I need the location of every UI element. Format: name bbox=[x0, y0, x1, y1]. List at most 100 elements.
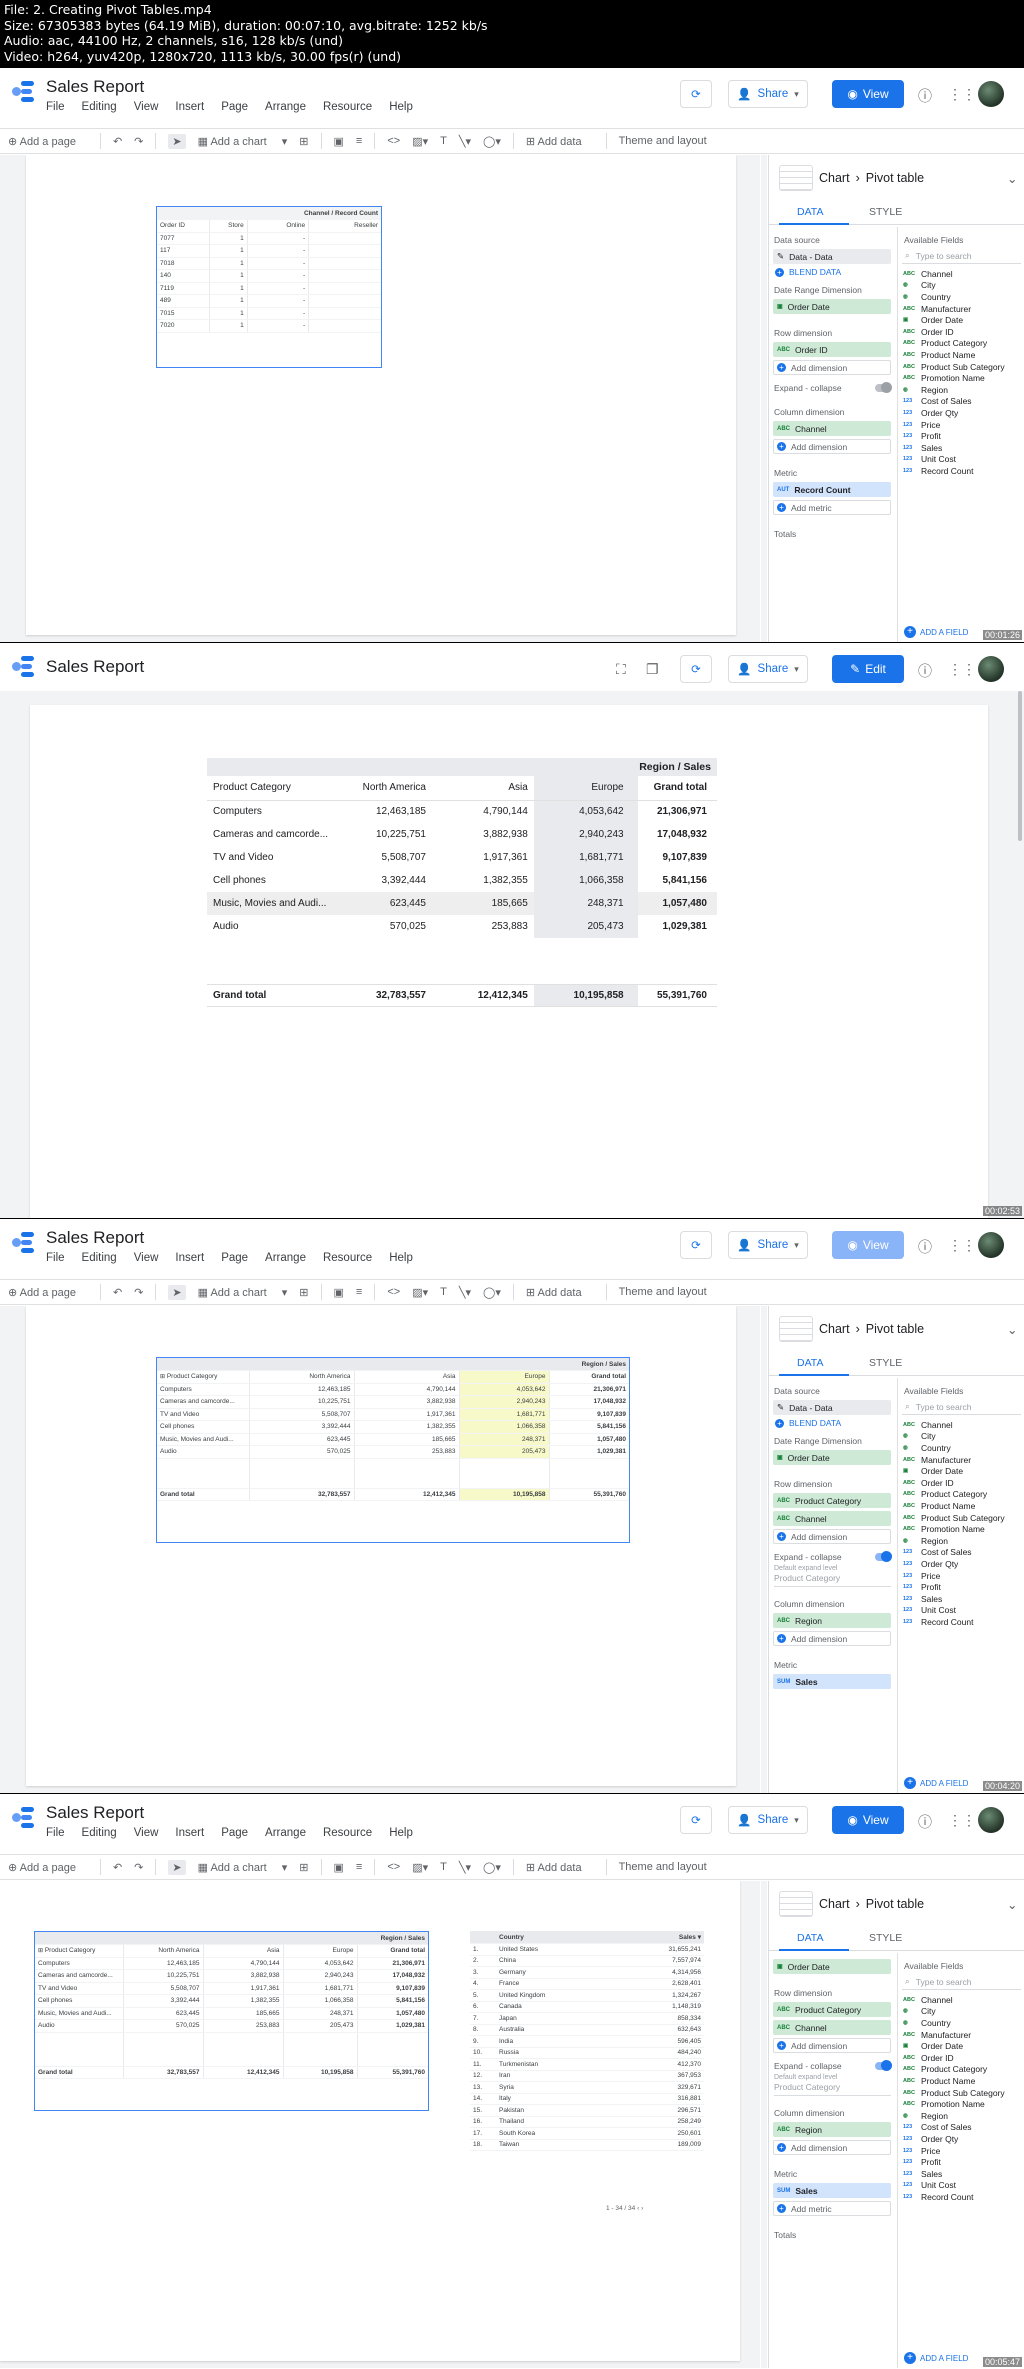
field-item[interactable]: ◍ Region bbox=[898, 1535, 1024, 1547]
add-metric-button[interactable]: + Add metric bbox=[773, 2201, 891, 2216]
help-icon[interactable]: ⓘ bbox=[918, 1237, 932, 1257]
field-item[interactable]: 123 Profit bbox=[898, 2156, 1024, 2168]
add-dimension-button[interactable]: + Add dimension bbox=[773, 439, 891, 454]
tab-data[interactable]: DATA bbox=[797, 1357, 823, 1369]
field-item[interactable]: 123 Profit bbox=[898, 430, 1024, 442]
pivot-table-selected[interactable]: Region / Sales ⊞ Product Category North A… bbox=[34, 1931, 429, 2111]
menu-insert[interactable]: Insert bbox=[175, 1827, 204, 1839]
row-dimension-chip[interactable]: ABC Product Category bbox=[773, 2002, 891, 2017]
view-button[interactable]: ◉ View bbox=[832, 1231, 904, 1259]
tab-style[interactable]: STYLE bbox=[869, 1932, 902, 1944]
field-item[interactable]: ◍ Country bbox=[898, 2017, 1024, 2029]
metric-chip[interactable]: AUT Record Count bbox=[773, 482, 891, 497]
menu-file[interactable]: File bbox=[46, 1252, 65, 1264]
undo-icon[interactable]: ↶ bbox=[113, 135, 122, 148]
prev-page-icon[interactable]: ‹ bbox=[637, 2205, 639, 2212]
menu-page[interactable]: Page bbox=[221, 1827, 248, 1839]
menu-insert[interactable]: Insert bbox=[175, 101, 204, 113]
field-item[interactable]: 123 Price bbox=[898, 1570, 1024, 1582]
next-page-icon[interactable]: › bbox=[641, 2205, 643, 2212]
share-button[interactable]: 👤 Share ▾ bbox=[728, 1806, 808, 1834]
col-header[interactable]: Europe bbox=[533, 776, 638, 800]
refresh-button[interactable]: ⟳ bbox=[680, 655, 712, 683]
page-scrollbar[interactable] bbox=[1018, 691, 1022, 841]
select-tool-icon[interactable]: ➤ bbox=[168, 133, 186, 149]
field-item[interactable]: 123 Cost of Sales bbox=[898, 396, 1024, 408]
undo-icon[interactable]: ↶ bbox=[113, 1286, 122, 1299]
field-item[interactable]: 123 Price bbox=[898, 2145, 1024, 2157]
menu-view[interactable]: View bbox=[134, 101, 159, 113]
view-button[interactable]: ◉ View bbox=[832, 80, 904, 108]
field-item[interactable]: ABC Product Sub Category bbox=[898, 1512, 1024, 1524]
field-item[interactable]: ▣ Order Date bbox=[898, 2040, 1024, 2052]
field-item[interactable]: ABC Channel bbox=[898, 1994, 1024, 2006]
add-chart-button[interactable]: ▦ Add a chart ▾ bbox=[198, 135, 288, 148]
field-item[interactable]: 123 Record Count bbox=[898, 2191, 1024, 2203]
field-item[interactable]: ◍ Country bbox=[898, 1442, 1024, 1454]
menu-help[interactable]: Help bbox=[389, 1827, 413, 1839]
row-dimension-chip[interactable]: ABC Channel bbox=[773, 1511, 891, 1526]
menu-page[interactable]: Page bbox=[221, 1252, 248, 1264]
field-item[interactable]: ABC Promotion Name bbox=[898, 372, 1024, 384]
chevron-down-icon[interactable]: ⌄ bbox=[1007, 1322, 1017, 1337]
expand-collapse-toggle[interactable]: Expand - collapse bbox=[774, 382, 892, 393]
field-item[interactable]: 123 Price bbox=[898, 419, 1024, 431]
field-item[interactable]: ◍ Country bbox=[898, 291, 1024, 303]
field-search-input[interactable]: ⌕ Type to search bbox=[902, 1974, 1021, 1990]
field-item[interactable]: ◍ Region bbox=[898, 2110, 1024, 2122]
help-icon[interactable]: ⓘ bbox=[918, 661, 932, 681]
breadcrumb-chart[interactable]: Chart bbox=[819, 171, 850, 185]
refresh-button[interactable]: ⟳ bbox=[680, 1231, 712, 1259]
filter-icon[interactable]: ≡ bbox=[356, 1861, 362, 1873]
date-range-icon[interactable]: ▣ bbox=[334, 135, 344, 148]
field-item[interactable]: ABC Product Category bbox=[898, 2064, 1024, 2076]
date-range-chip[interactable]: ▣ Order Date bbox=[773, 1450, 891, 1465]
field-item[interactable]: 123 Sales bbox=[898, 2168, 1024, 2180]
image-icon[interactable]: ▨▾ bbox=[412, 1861, 428, 1874]
apps-grid-icon[interactable]: ⋮⋮ bbox=[948, 661, 976, 678]
menu-resource[interactable]: Resource bbox=[323, 1252, 372, 1264]
expand-collapse-toggle[interactable]: Expand - collapse bbox=[774, 1551, 892, 1562]
community-viz-icon[interactable]: ⊞ bbox=[299, 135, 308, 148]
blend-data-button[interactable]: + BLEND DATA bbox=[775, 267, 891, 277]
apps-grid-icon[interactable]: ⋮⋮ bbox=[948, 86, 976, 103]
add-dimension-button[interactable]: + Add dimension bbox=[773, 360, 891, 375]
filter-icon[interactable]: ≡ bbox=[356, 135, 362, 147]
line-icon[interactable]: ╲▾ bbox=[459, 1286, 471, 1299]
report-title[interactable]: Sales Report bbox=[46, 1803, 144, 1823]
menu-help[interactable]: Help bbox=[389, 101, 413, 113]
row-dimension-chip[interactable]: ABC Order ID bbox=[773, 342, 891, 357]
field-item[interactable]: ABC Product Sub Category bbox=[898, 2087, 1024, 2099]
date-range-chip[interactable]: ▣ Order Date bbox=[773, 1959, 891, 1974]
column-dimension-chip[interactable]: ABC Region bbox=[773, 1613, 891, 1628]
line-icon[interactable]: ╲▾ bbox=[459, 1861, 471, 1874]
field-item[interactable]: ABC Product Category bbox=[898, 1489, 1024, 1501]
field-item[interactable]: ABC Product Name bbox=[898, 1500, 1024, 1512]
field-item[interactable]: ▣ Order Date bbox=[898, 314, 1024, 326]
col-header[interactable]: Sales ▾ bbox=[615, 1931, 704, 1944]
text-icon[interactable]: T bbox=[440, 135, 447, 147]
menu-view[interactable]: View bbox=[134, 1252, 159, 1264]
default-expand-select[interactable]: Product Category bbox=[774, 1573, 891, 1587]
avatar[interactable] bbox=[978, 81, 1004, 107]
field-item[interactable]: ABC Order ID bbox=[898, 1477, 1024, 1489]
menu-file[interactable]: File bbox=[46, 1827, 65, 1839]
add-chart-button[interactable]: ▦ Add a chart ▾ bbox=[198, 1861, 288, 1874]
field-item[interactable]: 123 Record Count bbox=[898, 465, 1024, 477]
field-search-input[interactable]: ⌕ Type to search bbox=[902, 1399, 1021, 1415]
field-item[interactable]: 123 Order Qty bbox=[898, 2133, 1024, 2145]
redo-icon[interactable]: ↷ bbox=[134, 1861, 143, 1874]
field-item[interactable]: ◍ City bbox=[898, 1431, 1024, 1443]
avatar[interactable] bbox=[978, 1232, 1004, 1258]
tab-style[interactable]: STYLE bbox=[869, 206, 902, 218]
image-icon[interactable]: ▨▾ bbox=[412, 135, 428, 148]
col-header[interactable]: North America bbox=[330, 776, 432, 800]
refresh-button[interactable]: ⟳ bbox=[680, 80, 712, 108]
field-item[interactable]: ABC Product Name bbox=[898, 2075, 1024, 2087]
embed-icon[interactable]: <> bbox=[387, 1861, 400, 1873]
row-dimension-chip[interactable]: ABC Product Category bbox=[773, 1493, 891, 1508]
field-item[interactable]: 123 Order Qty bbox=[898, 1558, 1024, 1570]
view-button[interactable]: ◉ View bbox=[832, 1806, 904, 1834]
theme-button[interactable]: Theme and layout bbox=[619, 135, 707, 147]
select-tool-icon[interactable]: ➤ bbox=[168, 1284, 186, 1300]
